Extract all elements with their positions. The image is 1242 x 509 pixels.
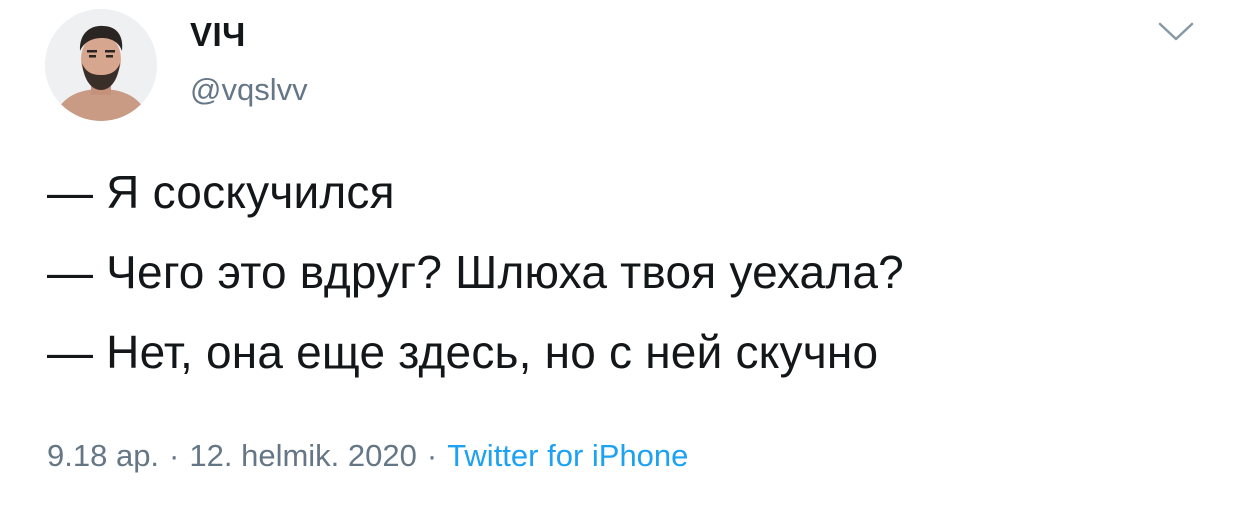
tweet-meta: 9.18 ap. · 12. helmik. 2020 · Twitter for iP… bbox=[47, 438, 688, 474]
tweet-source-link[interactable]: Twitter for iPhone bbox=[447, 438, 688, 473]
author-handle[interactable]: @vqslvv bbox=[190, 72, 308, 108]
author-display-name[interactable]: VIЧ bbox=[190, 16, 246, 54]
tweet-text: — Я соскучился — Чего это вдруг? Шлюха т… bbox=[47, 152, 1227, 392]
tweet-card: VIЧ @vqslvv — Я соскучился — Чего это вд… bbox=[0, 0, 1242, 509]
tweet-line: — Нет, она еще здесь, но с ней скучно bbox=[47, 326, 879, 378]
avatar-image bbox=[45, 9, 157, 121]
tweet-line: — Я соскучился bbox=[47, 166, 395, 218]
tweet-date[interactable]: 12. helmik. 2020 bbox=[189, 438, 416, 473]
meta-separator: · bbox=[426, 438, 438, 473]
avatar[interactable] bbox=[45, 9, 157, 121]
meta-separator: · bbox=[169, 438, 180, 473]
tweet-time[interactable]: 9.18 ap. bbox=[47, 438, 159, 473]
chevron-down-icon[interactable] bbox=[1156, 18, 1196, 46]
tweet-line: — Чего это вдруг? Шлюха твоя уехала? bbox=[47, 246, 904, 298]
